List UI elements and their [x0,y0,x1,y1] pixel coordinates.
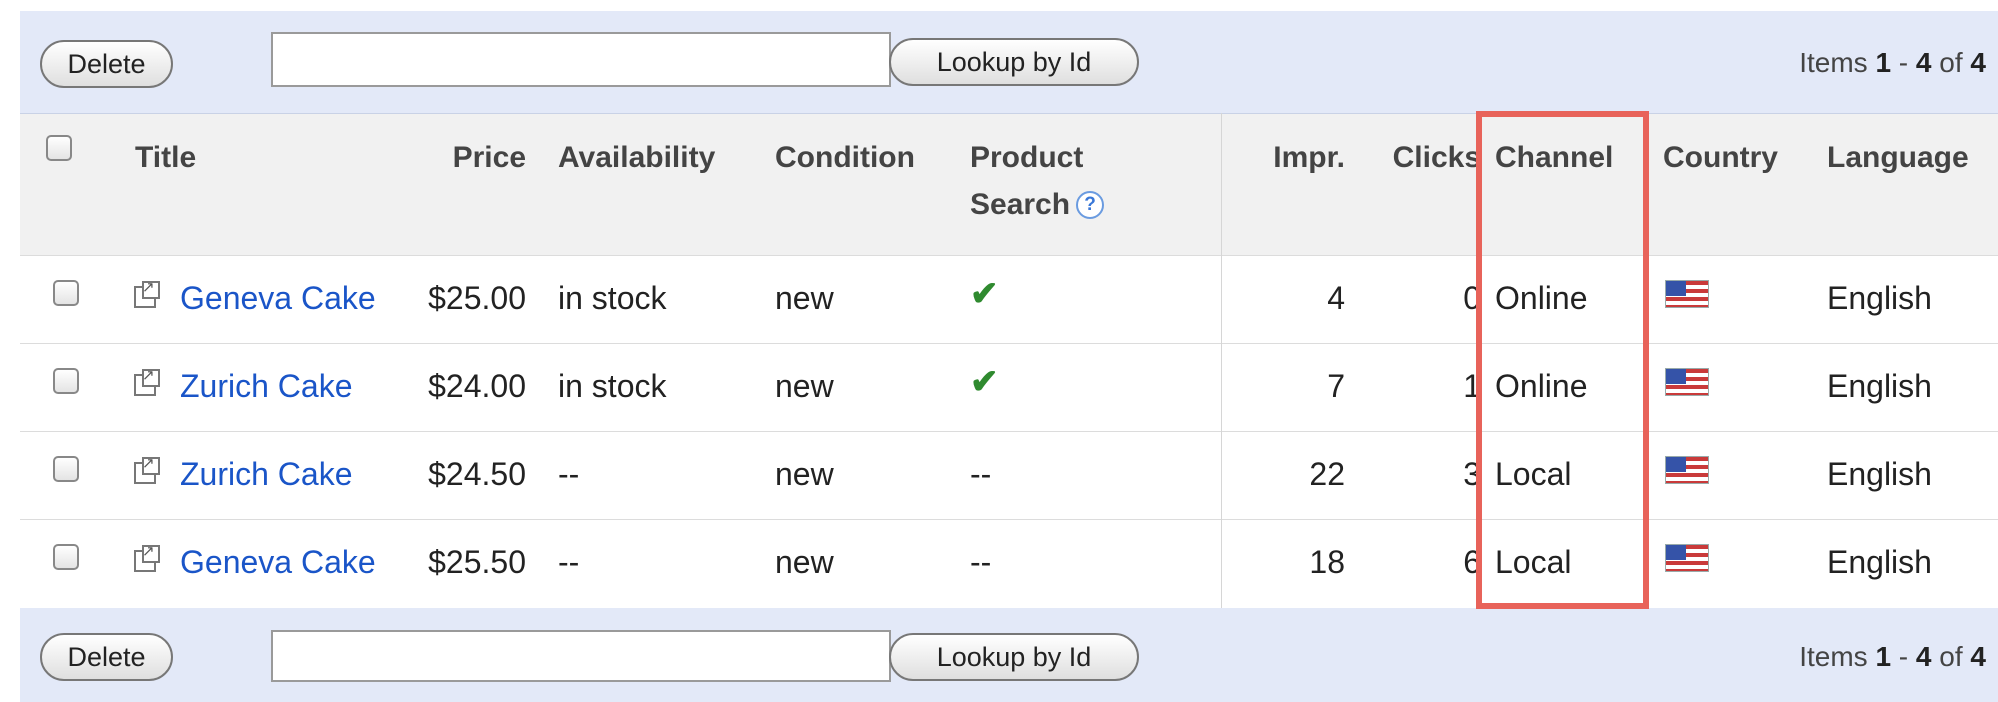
row-clicks: 3 [1463,456,1481,492]
delete-button[interactable]: Delete [40,40,173,88]
us-flag-icon [1665,280,1709,308]
row-language: English [1827,280,1932,316]
bottom-toolbar: Delete Lookup by Id Items 1 - 4 of 4 [20,608,1998,702]
table-row: Zurich Cake $24.50 -- new -- 22 3 Local … [20,431,1998,519]
row-impr: 22 [1309,456,1345,492]
lookup-id-input[interactable] [271,32,891,87]
column-product-search[interactable]: Product Search? [970,141,1105,222]
us-flag-icon [1665,544,1709,572]
row-availability: in stock [558,368,667,404]
delete-button[interactable]: Delete [40,633,173,681]
row-channel: Local [1495,456,1572,492]
table-row: Geneva Cake $25.00 in stock new ✔ 4 0 On… [20,255,1998,343]
column-product-search-line1: Product [970,141,1084,174]
row-language: English [1827,544,1932,580]
row-channel: Local [1495,544,1572,580]
row-channel: Online [1495,368,1588,404]
table-header: Title Price Availability Condition Produ… [20,113,1998,256]
row-title[interactable]: Geneva Cake [180,544,376,580]
table-row: Zurich Cake $24.00 in stock new ✔ 7 1 On… [20,343,1998,431]
row-product-search: -- [970,544,992,580]
row-clicks: 0 [1463,280,1481,316]
row-checkbox[interactable] [53,544,79,570]
product-title-link[interactable]: Zurich Cake [180,456,353,492]
column-channel[interactable]: Channel [1495,141,1613,175]
row-clicks: 1 [1463,368,1481,404]
checkmark-icon: ✔ [970,275,999,313]
row-condition: new [775,368,834,404]
row-impr: 4 [1327,280,1345,316]
lookup-by-id-button[interactable]: Lookup by Id [889,38,1139,86]
help-icon[interactable]: ? [1076,191,1105,219]
row-language: English [1827,368,1932,404]
row-price: $24.50 [428,456,526,492]
row-condition: new [775,544,834,580]
row-condition: new [775,456,834,492]
column-impr[interactable]: Impr. [1240,141,1345,175]
row-product-search: -- [970,456,992,492]
us-flag-icon [1665,456,1709,484]
column-divider [1221,113,1222,608]
column-condition[interactable]: Condition [775,141,915,175]
row-impr: 7 [1327,368,1345,404]
external-link-icon[interactable] [134,455,160,484]
column-price[interactable]: Price [420,141,526,175]
select-all-checkbox[interactable] [46,135,72,161]
column-language[interactable]: Language [1827,141,1969,175]
row-checkbox[interactable] [53,368,79,394]
row-availability: -- [558,456,580,492]
pagination-summary: Items 1 - 4 of 4 [1799,641,1986,672]
row-title[interactable]: Zurich Cake [180,368,353,404]
row-price: $24.00 [428,368,526,404]
row-price: $25.00 [428,280,526,316]
external-link-icon[interactable] [134,543,160,572]
top-toolbar: Delete Lookup by Id Items 1 - 4 of 4 [20,11,1998,113]
product-title-link[interactable]: Geneva Cake [180,280,376,316]
external-link-icon[interactable] [134,367,160,396]
row-checkbox[interactable] [53,280,79,306]
row-availability: -- [558,544,580,580]
row-price: $25.50 [428,544,526,580]
row-condition: new [775,280,834,316]
row-channel: Online [1495,280,1588,316]
column-country[interactable]: Country [1663,141,1778,175]
row-clicks: 6 [1463,544,1481,580]
checkmark-icon: ✔ [970,363,999,401]
row-title[interactable]: Geneva Cake [180,280,376,316]
row-title[interactable]: Zurich Cake [180,456,353,492]
lookup-by-id-button[interactable]: Lookup by Id [889,633,1139,681]
row-impr: 18 [1309,544,1345,580]
product-title-link[interactable]: Geneva Cake [180,544,376,580]
external-link-icon[interactable] [134,279,160,308]
column-title[interactable]: Title [135,141,196,175]
table-row: Geneva Cake $25.50 -- new -- 18 6 Local … [20,519,1998,609]
row-checkbox[interactable] [53,456,79,482]
pagination-summary: Items 1 - 4 of 4 [1799,47,1986,78]
column-clicks[interactable]: Clicks [1356,141,1481,175]
column-product-search-line2: Search? [970,188,1105,222]
row-language: English [1827,456,1932,492]
column-availability[interactable]: Availability [558,141,715,175]
row-availability: in stock [558,280,667,316]
column-product-search-label: Search [970,188,1071,221]
product-title-link[interactable]: Zurich Cake [180,368,353,404]
us-flag-icon [1665,368,1709,396]
lookup-id-input[interactable] [271,630,891,682]
